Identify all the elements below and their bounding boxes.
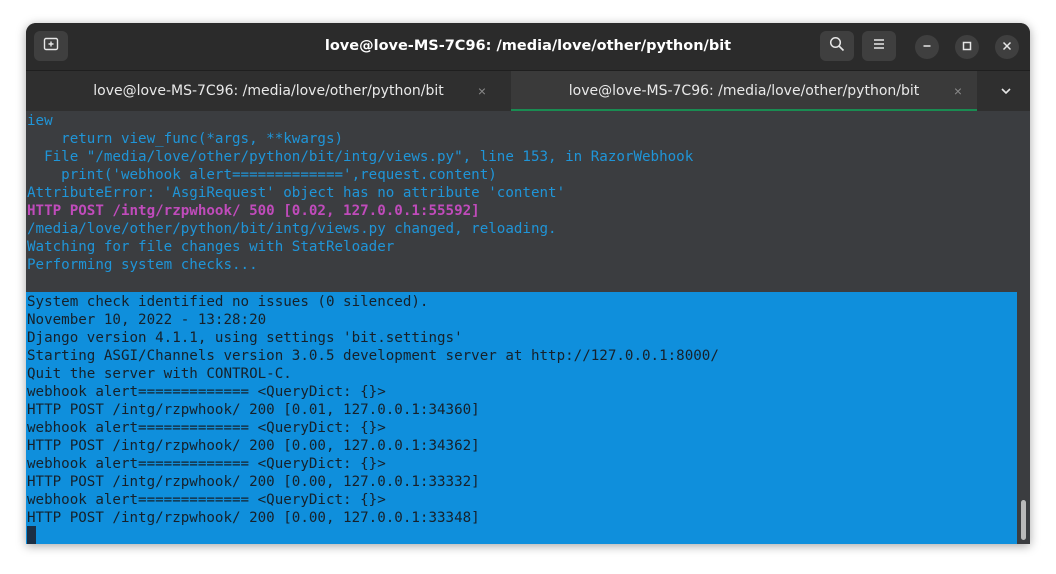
hamburger-menu-icon <box>872 37 886 55</box>
selected-line: webhook alert============= <QueryDict: {… <box>27 492 386 508</box>
selected-line: HTTP POST /intg/rzpwhook/ 200 [0.00, 127… <box>27 474 480 490</box>
search-icon <box>829 36 845 57</box>
terminal-line: AttributeError: 'AsgiRequest' object has… <box>27 185 566 201</box>
tab-terminal-1[interactable]: love@love-MS-7C96: /media/love/other/pyt… <box>26 71 511 112</box>
selected-line: November 10, 2022 - 13:28:20 <box>27 312 267 328</box>
titlebar[interactable]: love@love-MS-7C96: /media/love/other/pyt… <box>26 23 1030 70</box>
selected-line: webhook alert============= <QueryDict: {… <box>27 384 386 400</box>
selected-line: System check identified no issues (0 sil… <box>27 294 429 310</box>
terminal-output[interactable]: iew return view_func(*args, **kwargs) Fi… <box>26 111 1030 544</box>
terminal-line-error-status: HTTP POST /intg/rzpwhook/ 500 [0.02, 127… <box>27 203 480 219</box>
terminal-line: /media/love/other/python/bit/intg/views.… <box>27 221 557 237</box>
selected-line: webhook alert============= <QueryDict: {… <box>27 420 386 436</box>
terminal-line: Performing system checks... <box>27 257 258 273</box>
selected-line: Django version 4.1.1, using settings 'bi… <box>27 330 463 346</box>
tabs-dropdown-button[interactable] <box>998 83 1014 99</box>
tab-label: love@love-MS-7C96: /media/love/other/pyt… <box>93 83 444 99</box>
search-button[interactable] <box>820 31 854 61</box>
text-selection[interactable]: System check identified no issues (0 sil… <box>26 292 1017 544</box>
selected-line: webhook alert============= <QueryDict: {… <box>27 456 386 472</box>
terminal-line: Watching for file changes with StatReloa… <box>27 239 395 255</box>
minimize-button[interactable] <box>915 35 939 59</box>
selected-line: Quit the server with CONTROL-C. <box>27 366 292 382</box>
menu-button[interactable] <box>862 31 896 61</box>
minimize-icon <box>922 38 932 56</box>
chevron-down-icon <box>998 86 1014 103</box>
tab-bar: love@love-MS-7C96: /media/love/other/pyt… <box>26 70 1030 112</box>
scrollbar[interactable] <box>1021 500 1026 540</box>
tab-label: love@love-MS-7C96: /media/love/other/pyt… <box>568 83 920 99</box>
tab-terminal-2[interactable]: love@love-MS-7C96: /media/love/other/pyt… <box>511 71 977 112</box>
terminal-line: print('webhook alert=============',reque… <box>27 167 497 183</box>
close-button[interactable] <box>995 35 1019 59</box>
terminal-line: return view_func(*args, **kwargs) <box>27 131 344 147</box>
selected-line: HTTP POST /intg/rzpwhook/ 200 [0.00, 127… <box>27 510 480 526</box>
maximize-button[interactable] <box>955 35 979 59</box>
new-tab-button[interactable] <box>34 31 68 61</box>
terminal-line: iew <box>27 113 53 129</box>
selected-line: HTTP POST /intg/rzpwhook/ 200 [0.01, 127… <box>27 402 480 418</box>
terminal-cursor <box>27 526 36 544</box>
new-tab-icon <box>43 36 59 57</box>
close-icon <box>1002 38 1012 56</box>
terminal-window: love@love-MS-7C96: /media/love/other/pyt… <box>26 23 1030 544</box>
maximize-icon <box>962 38 972 56</box>
selected-line: Starting ASGI/Channels version 3.0.5 dev… <box>27 348 719 364</box>
tab-close-icon[interactable]: × <box>474 83 490 99</box>
selected-line: HTTP POST /intg/rzpwhook/ 200 [0.00, 127… <box>27 438 480 454</box>
terminal-line: File "/media/love/other/python/bit/intg/… <box>27 149 694 165</box>
tab-close-icon[interactable]: × <box>950 83 966 99</box>
